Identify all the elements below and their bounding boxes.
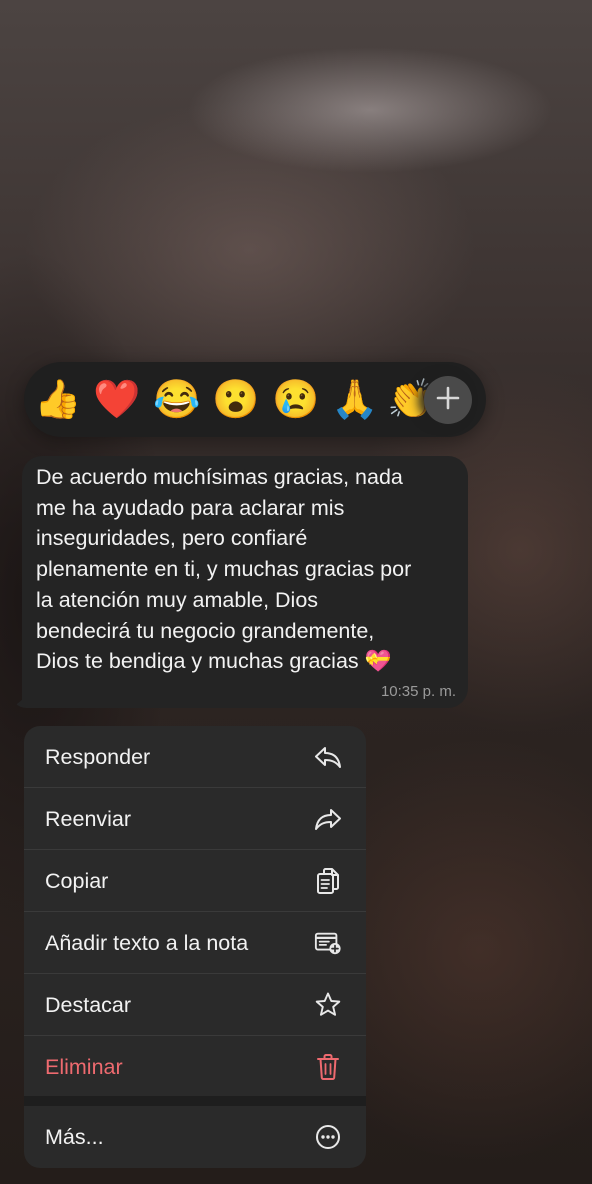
menu-item-label: Más... bbox=[45, 1124, 104, 1149]
reaction-bar: 👍 ❤️ 😂 😮 😢 🙏 👏 bbox=[24, 362, 486, 437]
reaction-laughing[interactable]: 😂 bbox=[153, 376, 201, 424]
copy-icon bbox=[314, 867, 342, 895]
menu-item-label: Eliminar bbox=[45, 1054, 123, 1079]
menu-item-add-to-note[interactable]: Añadir texto a la nota bbox=[24, 912, 366, 974]
message-context-menu: Responder Reenviar Copiar Añadir texto a… bbox=[24, 726, 366, 1168]
menu-item-label: Copiar bbox=[45, 868, 109, 893]
menu-item-forward[interactable]: Reenviar bbox=[24, 788, 366, 850]
menu-item-reply[interactable]: Responder bbox=[24, 726, 366, 788]
menu-item-label: Responder bbox=[45, 744, 151, 769]
plus-icon bbox=[435, 385, 461, 416]
reaction-heart[interactable]: ❤️ bbox=[93, 376, 141, 424]
more-reactions-button[interactable] bbox=[424, 376, 472, 424]
message-bubble: De acuerdo muchísimas gracias, nada me h… bbox=[22, 456, 468, 708]
menu-item-label: Destacar bbox=[45, 992, 132, 1017]
reaction-crying[interactable]: 😢 bbox=[272, 376, 320, 424]
trash-icon bbox=[314, 1053, 342, 1081]
menu-item-delete[interactable]: Eliminar bbox=[24, 1036, 366, 1098]
reply-arrow-icon bbox=[314, 743, 342, 771]
menu-item-label: Reenviar bbox=[45, 806, 132, 831]
more-ellipsis-icon bbox=[314, 1123, 342, 1151]
menu-item-more[interactable]: Más... bbox=[24, 1106, 366, 1168]
note-add-icon bbox=[314, 929, 342, 957]
menu-item-label: Añadir texto a la nota bbox=[45, 930, 249, 955]
menu-item-copy[interactable]: Copiar bbox=[24, 850, 366, 912]
message-timestamp: 10:35 p. m. bbox=[380, 683, 456, 700]
star-icon bbox=[314, 991, 342, 1019]
forward-arrow-icon bbox=[314, 805, 342, 833]
menu-item-star[interactable]: Destacar bbox=[24, 974, 366, 1036]
menu-group-divider bbox=[24, 1096, 366, 1106]
message-text: De acuerdo muchísimas gracias, nada me h… bbox=[36, 465, 412, 674]
reaction-praying[interactable]: 🙏 bbox=[331, 376, 379, 424]
reaction-surprised[interactable]: 😮 bbox=[212, 376, 260, 424]
reaction-thumbs-up[interactable]: 👍 bbox=[34, 376, 82, 424]
